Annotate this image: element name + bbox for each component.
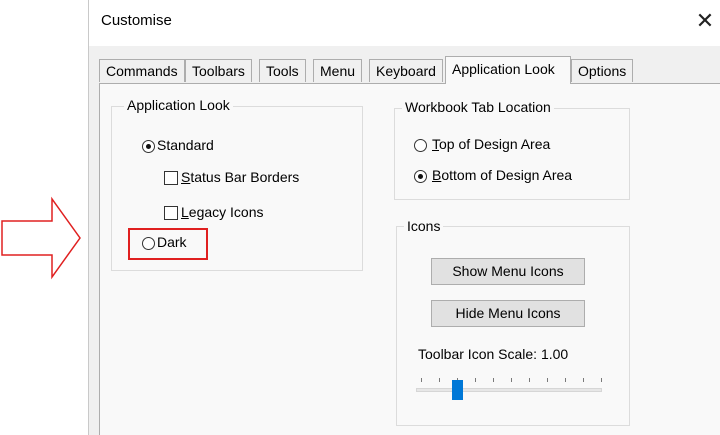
slider-tick (583, 378, 584, 382)
status-bar-borders-accel: S (181, 169, 191, 185)
top-accel: T (432, 136, 439, 152)
status-bar-borders-checkbox[interactable] (164, 171, 178, 185)
tab-tools[interactable]: Tools (259, 59, 306, 82)
toolbar-icon-scale-label: Toolbar Icon Scale: 1.00 (418, 346, 569, 362)
workbook-tab-location-group (394, 108, 630, 200)
standard-radio[interactable] (142, 140, 155, 153)
close-icon[interactable]: ✕ (694, 8, 716, 34)
annotation-arrow-icon (1, 196, 81, 280)
top-rest: op of Design Area (439, 136, 551, 152)
legacy-icons-label[interactable]: Legacy Icons (181, 204, 264, 220)
slider-tick (511, 378, 512, 382)
standard-label[interactable]: Standard (157, 137, 214, 153)
status-bar-borders-rest: tatus Bar Borders (190, 169, 300, 185)
bottom-rest: ottom of Design Area (441, 167, 573, 183)
tab-toolbars[interactable]: Toolbars (185, 59, 252, 82)
tab-options[interactable]: Options (571, 59, 634, 82)
dialog-title: Customise (101, 12, 172, 29)
bottom-of-design-area-label[interactable]: Bottom of Design Area (432, 167, 572, 183)
legacy-icons-accel: L (181, 204, 189, 220)
title-bar: Customise ✕ (89, 0, 720, 46)
icons-group-label: Icons (404, 218, 444, 234)
icon-scale-slider[interactable] (416, 376, 602, 402)
bottom-accel: B (432, 167, 442, 183)
top-of-design-area-label[interactable]: Top of Design Area (432, 136, 550, 152)
slider-tick (493, 378, 494, 382)
tab-menu[interactable]: Menu (313, 59, 363, 82)
customise-dialog: Customise ✕ Commands Toolbars Tools Menu… (88, 0, 720, 435)
radio-dot (146, 144, 151, 149)
workbook-tab-location-label: Workbook Tab Location (402, 99, 554, 115)
bottom-of-design-area-radio[interactable] (414, 170, 427, 183)
legacy-icons-checkbox[interactable] (164, 206, 178, 220)
legacy-icons-rest: egacy Icons (188, 204, 264, 220)
application-look-group-label: Application Look (124, 97, 233, 113)
tab-keyboard[interactable]: Keyboard (369, 59, 443, 82)
slider-tick (565, 378, 566, 382)
dark-label[interactable]: Dark (157, 234, 187, 250)
radio-dot (418, 174, 423, 179)
slider-tick (475, 378, 476, 382)
slider-tick (421, 378, 422, 382)
show-menu-icons-button[interactable]: Show Menu Icons (431, 258, 585, 285)
slider-tick (529, 378, 530, 382)
tab-panel: Application Look Standard Status Bar Bor… (99, 83, 720, 435)
status-bar-borders-label[interactable]: Status Bar Borders (181, 169, 299, 185)
slider-tick (439, 378, 440, 382)
dark-radio[interactable] (142, 237, 155, 250)
slider-tick (601, 378, 602, 382)
top-of-design-area-radio[interactable] (414, 139, 427, 152)
slider-track[interactable] (416, 388, 602, 392)
tab-application-look[interactable]: Application Look (445, 56, 571, 84)
tab-commands[interactable]: Commands (99, 59, 185, 82)
slider-thumb[interactable] (452, 380, 463, 400)
slider-tick (547, 378, 548, 382)
hide-menu-icons-button[interactable]: Hide Menu Icons (431, 300, 585, 327)
